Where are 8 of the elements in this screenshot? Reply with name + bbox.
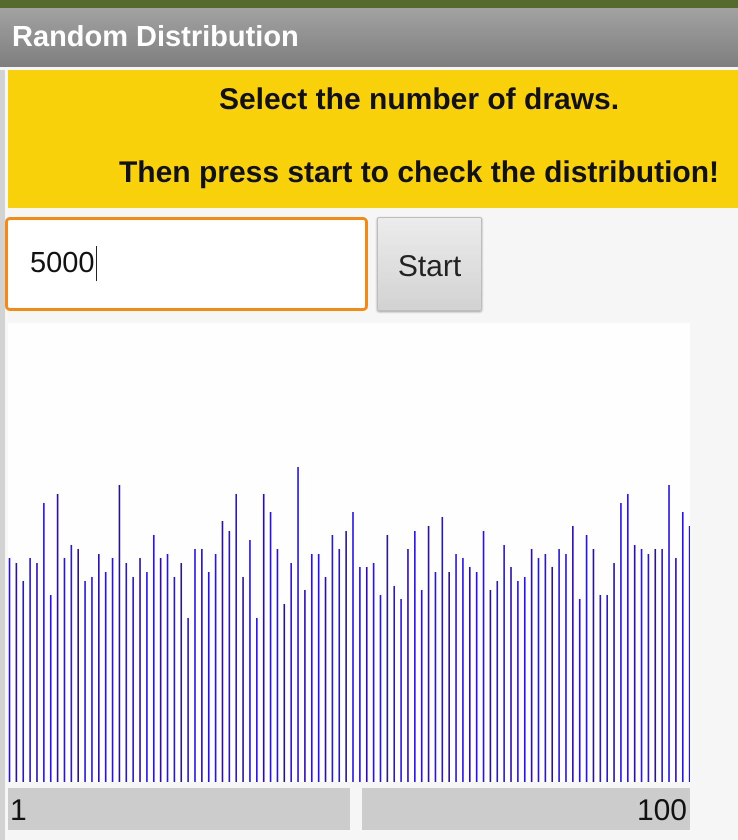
- draws-input[interactable]: 5000: [5, 216, 368, 310]
- range-end-label: 100: [362, 788, 690, 830]
- range-start-label: 1: [8, 788, 350, 830]
- instruction-text: Select the number of draws.: [218, 82, 620, 118]
- start-button[interactable]: Start: [377, 216, 482, 310]
- window-title: Random Distribution: [12, 21, 299, 54]
- instruction-text: Then press start to check the distribution!: [118, 155, 720, 191]
- text-cursor-icon: [96, 246, 98, 281]
